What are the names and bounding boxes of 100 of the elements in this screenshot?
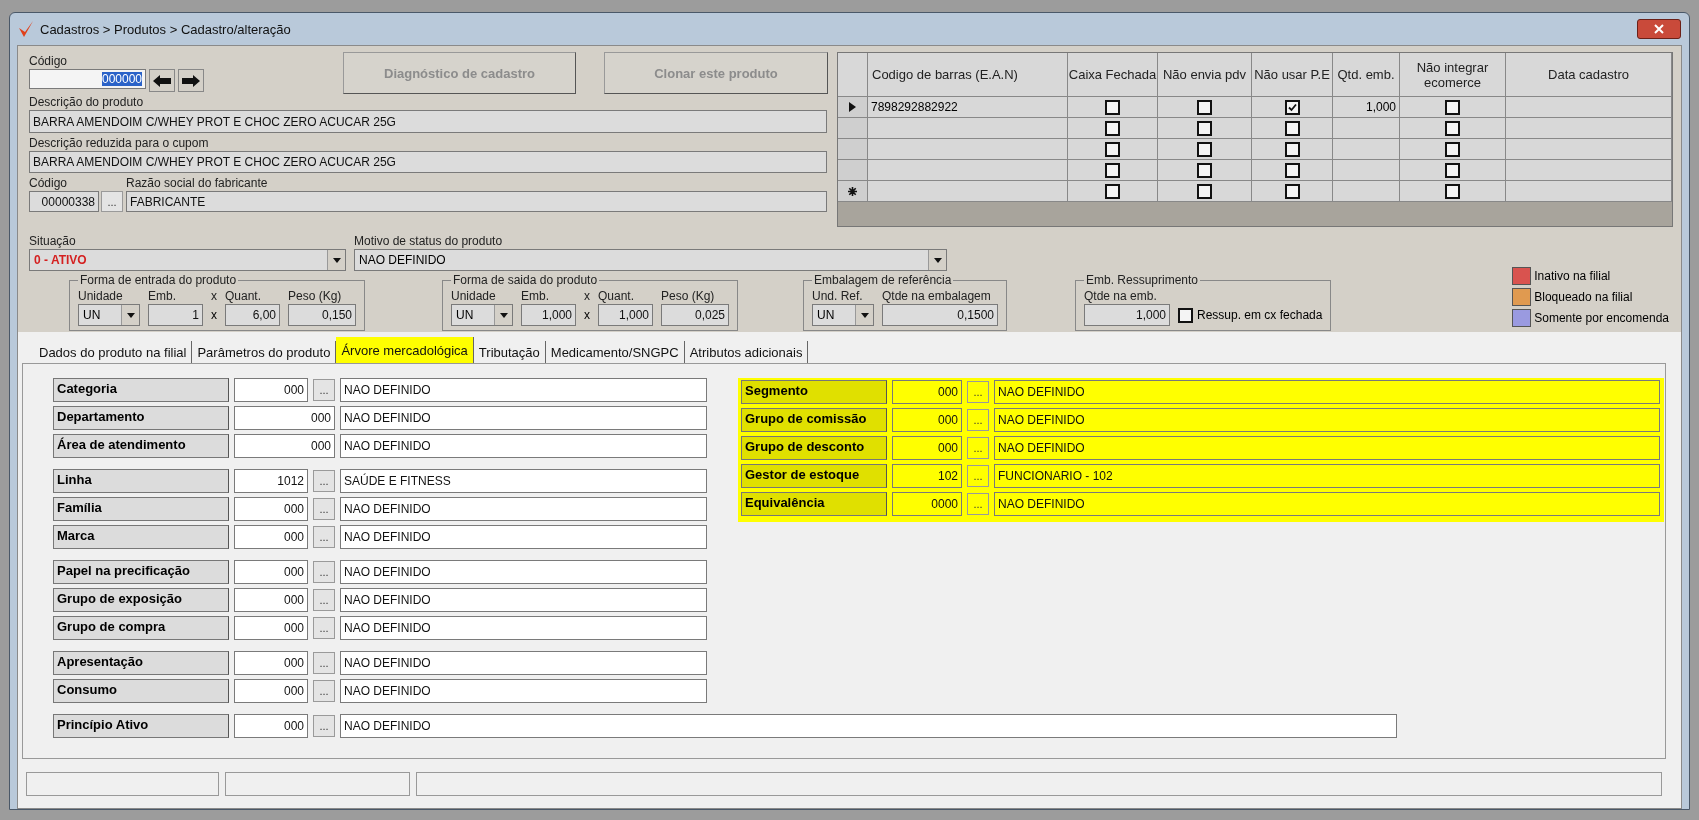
number-field[interactable]: 1,000: [1084, 304, 1170, 326]
field-label: Área de atendimento: [53, 434, 229, 458]
number-field[interactable]: 1,000: [521, 304, 576, 326]
lookup-button[interactable]: ...: [313, 470, 335, 492]
unit-dropdown[interactable]: UN: [451, 304, 513, 326]
manufacturer-code-field[interactable]: 00000338: [29, 191, 99, 212]
description-field[interactable]: FUNCIONARIO - 102: [994, 464, 1660, 488]
number-field[interactable]: 0,150: [288, 304, 356, 326]
lookup-button[interactable]: ...: [967, 437, 989, 459]
code-field[interactable]: 000: [892, 380, 962, 404]
checkbox[interactable]: [1105, 141, 1120, 157]
lookup-button[interactable]: ...: [967, 381, 989, 403]
checkbox[interactable]: [1445, 99, 1460, 115]
lookup-button[interactable]: ...: [313, 561, 335, 583]
lookup-button[interactable]: ...: [313, 617, 335, 639]
lookup-button[interactable]: ...: [313, 652, 335, 674]
checkbox[interactable]: [1197, 162, 1212, 178]
checkbox[interactable]: [1178, 307, 1193, 323]
description-field[interactable]: NAO DEFINIDO: [340, 497, 707, 521]
checkbox[interactable]: [1197, 141, 1212, 157]
code-field[interactable]: 000: [892, 408, 962, 432]
checkbox[interactable]: [1197, 120, 1212, 136]
description-field[interactable]: NAO DEFINIDO: [340, 616, 707, 640]
description-field[interactable]: NAO DEFINIDO: [340, 525, 707, 549]
number-field[interactable]: 1: [148, 304, 203, 326]
code-field[interactable]: 000: [234, 588, 308, 612]
field-label: Equivalência: [741, 492, 887, 516]
description-field[interactable]: NAO DEFINIDO: [340, 378, 707, 402]
checkbox[interactable]: [1284, 120, 1300, 136]
checkbox[interactable]: [1445, 141, 1460, 157]
lookup-button[interactable]: ...: [967, 409, 989, 431]
close-button[interactable]: [1637, 19, 1681, 39]
code-field[interactable]: 000: [892, 436, 962, 460]
lookup-button[interactable]: ...: [313, 715, 335, 737]
row-indicator[interactable]: [838, 97, 868, 118]
number-field[interactable]: 0,1500: [882, 304, 998, 326]
checkbox[interactable]: [1284, 162, 1300, 178]
description-field[interactable]: NAO DEFINIDO: [340, 651, 707, 675]
lookup-button[interactable]: ...: [313, 680, 335, 702]
description-field[interactable]: NAO DEFINIDO: [340, 714, 1397, 738]
description-field[interactable]: NAO DEFINIDO: [340, 588, 707, 612]
row-indicator[interactable]: [838, 181, 868, 202]
manufacturer-name-field[interactable]: FABRICANTE: [126, 191, 827, 212]
code-field[interactable]: 000: [234, 525, 308, 549]
code-field[interactable]: 000000: [29, 69, 146, 89]
lookup-button[interactable]: ...: [313, 379, 335, 401]
checkbox[interactable]: [1284, 183, 1300, 199]
checkbox[interactable]: [1197, 99, 1212, 115]
lookup-button[interactable]: ...: [967, 493, 989, 515]
code-field[interactable]: 000: [234, 434, 335, 458]
code-field[interactable]: 000: [234, 406, 335, 430]
code-field[interactable]: 000: [234, 378, 308, 402]
checkbox[interactable]: [1445, 162, 1460, 178]
description-field[interactable]: SAÚDE E FITNESS: [340, 469, 707, 493]
description-field[interactable]: NAO DEFINIDO: [994, 408, 1660, 432]
checkbox[interactable]: [1105, 120, 1120, 136]
next-button[interactable]: [178, 69, 204, 92]
tab[interactable]: Árvore mercadológica: [336, 337, 474, 363]
code-field[interactable]: 000: [234, 651, 308, 675]
checkbox[interactable]: [1105, 162, 1120, 178]
number-field[interactable]: 1,000: [598, 304, 653, 326]
code-field[interactable]: 000: [234, 497, 308, 521]
status-reason-dropdown[interactable]: NAO DEFINIDO: [354, 249, 947, 271]
status-dropdown[interactable]: 0 - ATIVO: [29, 249, 346, 271]
lookup-button[interactable]: ...: [313, 526, 335, 548]
checkbox[interactable]: [1284, 99, 1300, 115]
code-field[interactable]: 000: [234, 560, 308, 584]
code-field[interactable]: 1012: [234, 469, 308, 493]
description-field[interactable]: NAO DEFINIDO: [340, 406, 707, 430]
unit-dropdown[interactable]: UN: [78, 304, 140, 326]
checkbox[interactable]: [1284, 141, 1300, 157]
lookup-button[interactable]: ...: [313, 589, 335, 611]
number-field[interactable]: 0,025: [661, 304, 729, 326]
description-field[interactable]: NAO DEFINIDO: [994, 436, 1660, 460]
description-field[interactable]: BARRA AMENDOIM C/WHEY PROT E CHOC ZERO ACUCAR 25G: [29, 110, 827, 133]
field-label: Grupo de desconto: [741, 436, 887, 460]
previous-button[interactable]: [149, 69, 175, 92]
number-field[interactable]: 6,00: [225, 304, 280, 326]
lookup-button[interactable]: ...: [967, 465, 989, 487]
code-field[interactable]: 000: [234, 714, 308, 738]
checkbox[interactable]: [1105, 183, 1120, 199]
short-description-field[interactable]: BARRA AMENDOIM C/WHEY PROT E CHOC ZERO ACUCAR 25G: [29, 151, 827, 173]
checkbox[interactable]: [1197, 183, 1212, 199]
code-field[interactable]: 000: [234, 679, 308, 703]
code-field[interactable]: 0000: [892, 492, 962, 516]
field-label: Descrição reduzida para o cupom: [29, 136, 210, 151]
lookup-button[interactable]: ...: [313, 498, 335, 520]
description-field[interactable]: NAO DEFINIDO: [994, 380, 1660, 404]
description-field[interactable]: NAO DEFINIDO: [994, 492, 1660, 516]
code-field[interactable]: 000: [234, 616, 308, 640]
description-field[interactable]: NAO DEFINIDO: [340, 560, 707, 584]
description-field[interactable]: NAO DEFINIDO: [340, 434, 707, 458]
checkbox[interactable]: [1445, 183, 1460, 199]
checkbox[interactable]: [1445, 120, 1460, 136]
checkbox[interactable]: [1105, 99, 1120, 115]
code-field[interactable]: 102: [892, 464, 962, 488]
column-header: Codigo de barras (E.A.N): [868, 53, 1068, 97]
lookup-button[interactable]: ...: [101, 191, 123, 212]
description-field[interactable]: NAO DEFINIDO: [340, 679, 707, 703]
unit-dropdown[interactable]: UN: [812, 304, 874, 326]
